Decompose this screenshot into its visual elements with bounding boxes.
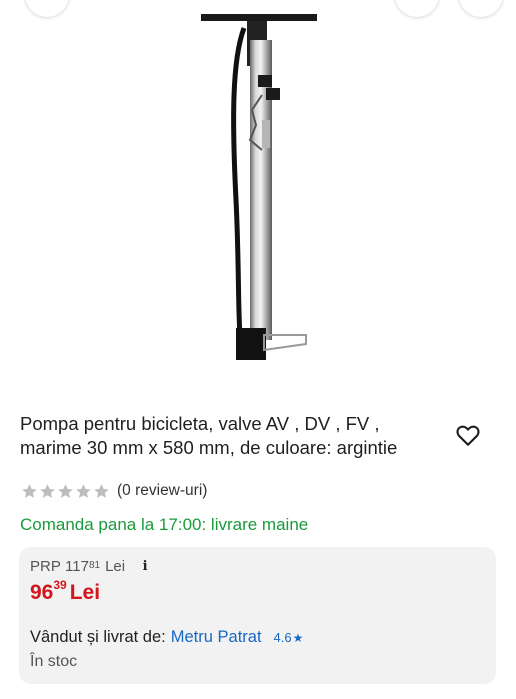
star-icon: [58, 483, 73, 498]
rating-stars: [21, 483, 110, 500]
prp-currency: Lei: [105, 558, 126, 575]
product-image[interactable]: [0, 0, 516, 390]
seller-row: Vândut și livrat de: Metru Patrat 4.6 ★: [30, 628, 303, 647]
review-count[interactable]: (0 review-uri): [117, 482, 207, 500]
prp-price: PRP 117 81 Lei i: [30, 558, 153, 575]
pump-hose: [231, 27, 247, 336]
star-icon: [40, 483, 55, 498]
seller-label: Vândut și livrat de:: [30, 628, 166, 646]
prp-dec: 81: [88, 560, 101, 571]
stock-status: În stoc: [30, 653, 78, 670]
rating-row[interactable]: (0 review-uri): [21, 482, 207, 500]
seller-link[interactable]: Metru Patrat: [171, 628, 262, 647]
prp-label: PRP: [30, 558, 61, 575]
current-price: 9639 Lei: [30, 578, 101, 605]
pump-base: [236, 328, 266, 360]
star-icon: [76, 483, 91, 498]
star-icon: [22, 483, 37, 498]
product-title: Pompa pentru bicicleta, valve AV , DV , …: [20, 413, 398, 458]
price-dec: 39: [53, 578, 67, 592]
price-currency: Lei: [69, 581, 101, 604]
price-card: PRP 117 81 Lei i 9639 Lei Vândut și livrat …: [19, 547, 496, 684]
star-icon: [94, 483, 109, 498]
favorite-button[interactable]: [454, 422, 486, 450]
seller-rating: 4.6: [273, 630, 292, 645]
prp-int: 117: [65, 558, 89, 575]
star-icon: ★: [292, 631, 304, 645]
delivery-info: Comanda pana la 17:00: livrare maine: [20, 515, 309, 534]
price-int: 96: [30, 581, 54, 604]
pump-handle: [201, 14, 317, 21]
info-icon[interactable]: i: [137, 559, 153, 575]
heart-icon: [456, 425, 480, 446]
